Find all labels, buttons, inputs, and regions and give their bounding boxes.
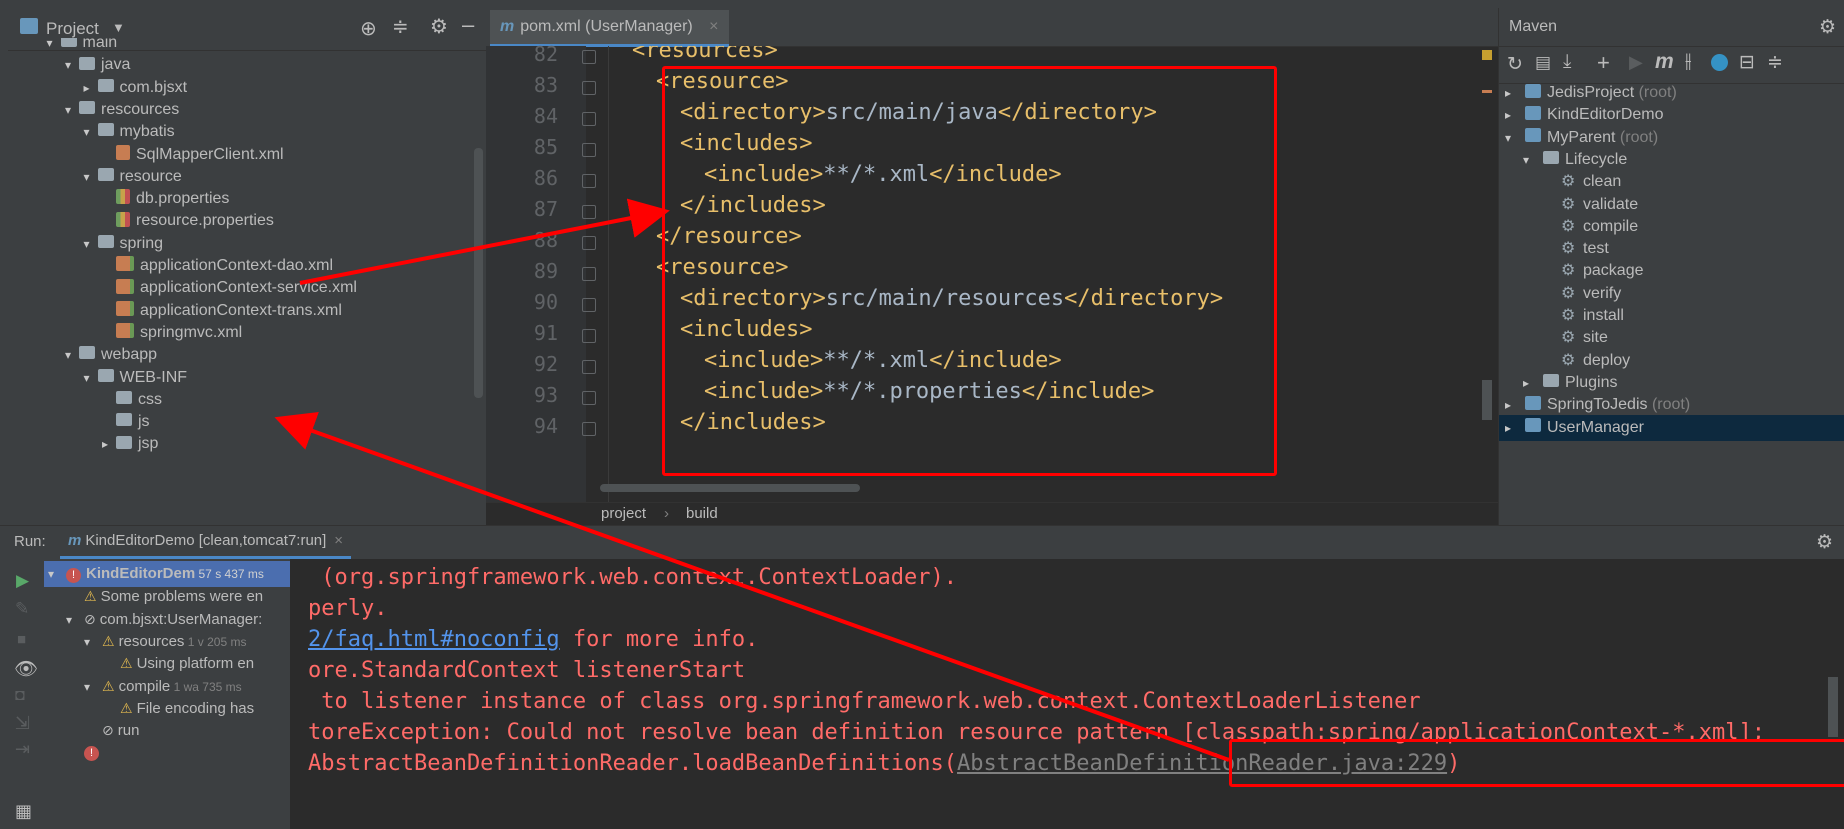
arrow-spring-to-resources [299, 198, 670, 285]
arrow-classpath-to-webapp [274, 411, 1230, 762]
annotation-arrows [274, 198, 1230, 762]
